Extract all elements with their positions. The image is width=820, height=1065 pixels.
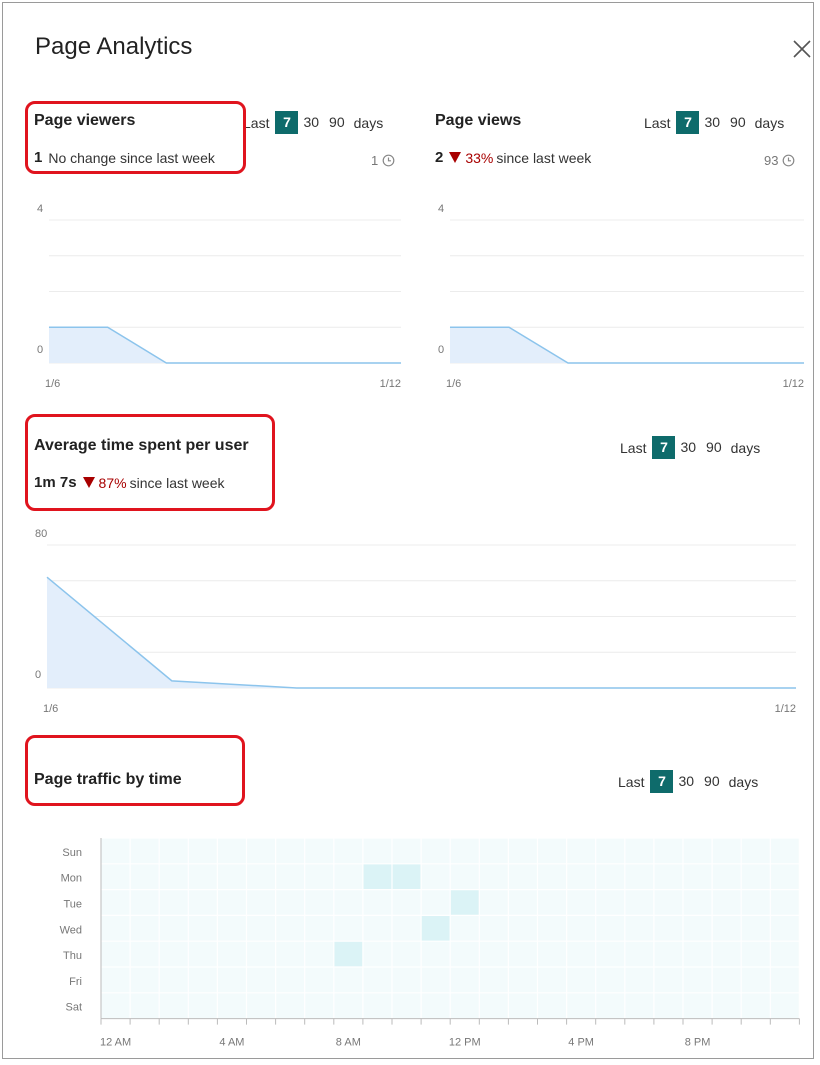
period-days-label: days bbox=[728, 773, 759, 790]
heatmap-cell bbox=[450, 889, 480, 916]
highlight-box bbox=[25, 101, 246, 174]
y-tick-label: 0 bbox=[438, 344, 444, 356]
down-arrow-icon bbox=[449, 152, 462, 163]
clock-icon bbox=[783, 154, 795, 167]
period-days-label: days bbox=[353, 114, 384, 131]
page-viewers-period-selector: Last 7 30 90 days bbox=[243, 111, 383, 134]
day-label: Mon bbox=[61, 873, 82, 885]
highlight-box bbox=[25, 735, 245, 806]
traffic-heatmap: Sun Mon Tue Wed Thu Fri Sat 12 AM 4 AM 8 AM 12 PM 4… bbox=[60, 837, 801, 1049]
hour-label: 8 AM bbox=[336, 1037, 361, 1049]
page-views-chart: 4 0 1/6 1/12 bbox=[438, 203, 805, 390]
hour-label: 8 PM bbox=[685, 1037, 711, 1049]
page-views-change-pct: 33% bbox=[465, 149, 494, 166]
period-option-90[interactable]: 90 bbox=[699, 770, 725, 793]
day-label: Sun bbox=[62, 847, 82, 859]
x-tick-label: 1/12 bbox=[783, 378, 804, 390]
page-analytics-panel: Page Analytics Page viewers Last 7 30 90… bbox=[2, 2, 814, 1059]
period-option-30[interactable]: 30 bbox=[298, 111, 324, 134]
avg-time-period-selector: Last 7 30 90 days bbox=[620, 436, 760, 459]
y-tick-label: 0 bbox=[37, 344, 43, 356]
panel-title: Page Analytics bbox=[35, 33, 193, 60]
period-last-label: Last bbox=[618, 773, 645, 790]
period-option-7[interactable]: 7 bbox=[652, 436, 676, 459]
traffic-period-selector: Last 7 30 90 days bbox=[618, 770, 758, 793]
area-fill bbox=[450, 327, 804, 363]
heatmap-cell bbox=[421, 915, 451, 942]
page-viewers-count-value: 1 bbox=[371, 153, 379, 168]
day-label: Wed bbox=[60, 924, 82, 936]
hour-label: 12 PM bbox=[449, 1037, 481, 1049]
page-views-count: 93 bbox=[764, 153, 795, 168]
series-line bbox=[46, 576, 796, 689]
heatmap-cell bbox=[333, 941, 363, 967]
day-label: Tue bbox=[63, 899, 82, 911]
x-tick-label: 1/12 bbox=[775, 703, 796, 715]
period-option-30[interactable]: 30 bbox=[673, 770, 699, 793]
area-fill bbox=[49, 327, 401, 363]
period-option-90[interactable]: 90 bbox=[725, 111, 751, 134]
page-viewers-chart: 4 0 1/6 1/12 bbox=[37, 203, 402, 390]
page-viewers-count: 1 bbox=[371, 153, 395, 168]
x-tick-label: 1/6 bbox=[43, 703, 58, 715]
page-views-change-text: since last week bbox=[496, 149, 592, 166]
y-tick-label: 0 bbox=[35, 669, 41, 681]
period-last-label: Last bbox=[620, 439, 647, 456]
y-tick-label: 4 bbox=[438, 203, 444, 215]
x-tick-label: 1/6 bbox=[45, 378, 60, 390]
page-views-count-value: 93 bbox=[764, 153, 779, 168]
page-views-metric: 2 33% since last week bbox=[435, 149, 591, 166]
heatmap-cell bbox=[362, 863, 392, 890]
page-views-title: Page views bbox=[435, 112, 522, 129]
highlight-box bbox=[25, 414, 275, 511]
page-views-value: 2 bbox=[435, 149, 444, 166]
x-tick-label: 1/6 bbox=[446, 378, 461, 390]
period-option-30[interactable]: 30 bbox=[699, 111, 725, 134]
hour-label: 4 AM bbox=[219, 1037, 244, 1049]
period-days-label: days bbox=[730, 439, 761, 456]
period-last-label: Last bbox=[243, 114, 270, 131]
day-label: Fri bbox=[69, 976, 82, 988]
period-option-7[interactable]: 7 bbox=[650, 770, 674, 793]
day-label: Thu bbox=[63, 950, 82, 962]
page-views-period-selector: Last 7 30 90 days bbox=[644, 111, 784, 134]
clock-icon bbox=[382, 154, 395, 167]
period-option-30[interactable]: 30 bbox=[675, 436, 701, 459]
period-days-label: days bbox=[754, 114, 785, 131]
y-tick-label: 4 bbox=[37, 203, 43, 215]
heatmap-cell bbox=[392, 863, 422, 890]
avg-time-chart: 80 0 1/6 1/12 bbox=[35, 528, 797, 715]
day-label: Sat bbox=[65, 1002, 82, 1014]
period-last-label: Last bbox=[644, 114, 671, 131]
period-option-90[interactable]: 90 bbox=[701, 436, 727, 459]
hour-label: 4 PM bbox=[568, 1037, 594, 1049]
x-tick-label: 1/12 bbox=[380, 378, 401, 390]
hour-label: 12 AM bbox=[100, 1037, 131, 1049]
period-option-7[interactable]: 7 bbox=[676, 111, 700, 134]
period-option-90[interactable]: 90 bbox=[324, 111, 350, 134]
period-option-7[interactable]: 7 bbox=[275, 111, 299, 134]
y-tick-label: 80 bbox=[35, 528, 47, 540]
close-icon[interactable] bbox=[792, 39, 812, 59]
